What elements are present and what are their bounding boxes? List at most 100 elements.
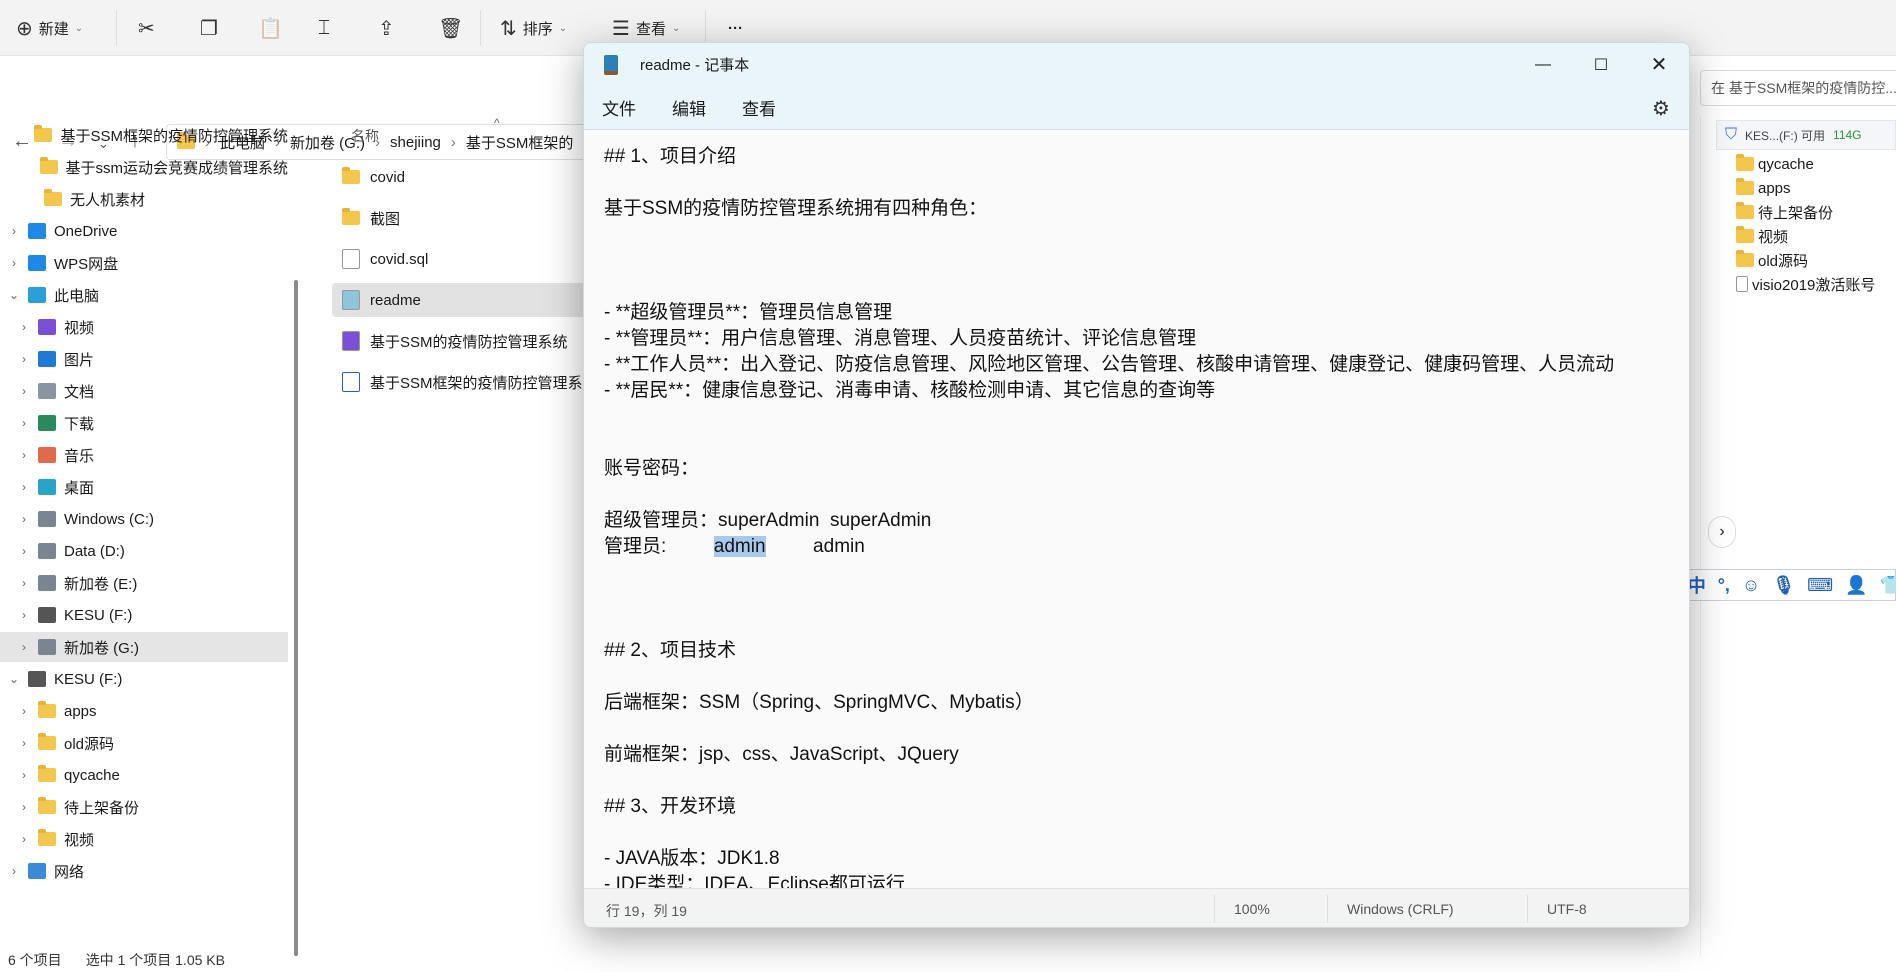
chevron-right-icon[interactable]: › bbox=[18, 384, 30, 398]
file-row[interactable]: 基于SSM框架的疫情防控管理系统 bbox=[332, 365, 592, 399]
settings-gear-icon[interactable]: ⚙ bbox=[1652, 96, 1670, 121]
nav-scrollbar[interactable] bbox=[294, 280, 298, 956]
nav-item[interactable]: 基于ssm运动会竞赛成绩管理系统 bbox=[0, 152, 288, 182]
nav-item[interactable]: › 视频 bbox=[0, 824, 288, 854]
nav-item[interactable]: › Data (D:) bbox=[0, 536, 288, 566]
drive-folder-item[interactable]: apps bbox=[1736, 177, 1791, 199]
text-line: 后端框架：SSM（Spring、SpringMVC、Mybatis） bbox=[604, 692, 1034, 713]
chevron-right-icon[interactable]: › bbox=[8, 864, 20, 878]
share-button[interactable]: ⇪ bbox=[378, 10, 395, 46]
chevron-down-icon[interactable]: ⌄ bbox=[8, 672, 20, 686]
nav-item[interactable]: › 新加卷 (E:) bbox=[0, 568, 288, 598]
column-name-header[interactable]: 名称 bbox=[351, 126, 379, 146]
chevron-right-icon[interactable]: › bbox=[18, 352, 30, 366]
user-icon[interactable]: 👤 bbox=[1845, 575, 1867, 596]
text-line: - **管理员**：用户信息管理、消息管理、人员疫苗统计、评论信息管理 bbox=[604, 328, 1197, 349]
chevron-right-icon[interactable]: › bbox=[18, 608, 30, 622]
nav-item[interactable]: › 图片 bbox=[0, 344, 288, 374]
file-icon bbox=[1736, 276, 1748, 292]
chevron-right-icon[interactable]: › bbox=[18, 704, 30, 718]
nav-item[interactable]: › WPS网盘 bbox=[0, 248, 288, 278]
microphone-icon[interactable]: 🎙 bbox=[1772, 575, 1795, 596]
nav-item[interactable]: › apps bbox=[0, 696, 288, 726]
file-row[interactable]: covid.sql bbox=[332, 242, 592, 276]
view-button[interactable]: ☰ 查看 ⌄ bbox=[612, 10, 680, 46]
text-line bbox=[604, 274, 1689, 300]
file-row[interactable]: 截图 bbox=[332, 201, 592, 235]
nav-item[interactable]: › 待上架备份 bbox=[0, 792, 288, 822]
chevron-right-icon[interactable]: › bbox=[8, 256, 20, 270]
nav-item[interactable]: › 网络 bbox=[0, 856, 288, 886]
nav-item[interactable]: › 桌面 bbox=[0, 472, 288, 502]
chevron-right-icon[interactable]: › bbox=[18, 832, 30, 846]
more-button[interactable]: ··· bbox=[728, 10, 743, 46]
nav-item[interactable]: › 新加卷 (G:) bbox=[0, 632, 288, 662]
paste-button[interactable]: 📋 bbox=[258, 10, 283, 46]
menu-view[interactable]: 查看 bbox=[724, 90, 794, 126]
drive-icon bbox=[38, 543, 56, 559]
chevron-right-icon[interactable]: › bbox=[18, 512, 30, 526]
keyboard-icon[interactable]: ⌨ bbox=[1807, 575, 1833, 596]
chevron-right-icon[interactable]: › bbox=[18, 480, 30, 494]
menu-edit[interactable]: 编辑 bbox=[654, 90, 724, 126]
nav-item[interactable]: › 下载 bbox=[0, 408, 288, 438]
nav-item[interactable]: › OneDrive bbox=[0, 216, 288, 246]
maximize-button[interactable]: ☐ bbox=[1572, 43, 1630, 86]
text-editor[interactable]: ## 1、项目介绍 基于SSM的疫情防控管理系统拥有四种角色： - **超级管理员*… bbox=[584, 130, 1689, 888]
notepad-icon bbox=[342, 290, 360, 310]
drive-folder-item[interactable]: 视频 bbox=[1736, 225, 1788, 247]
drive-folder-item[interactable]: qycache bbox=[1736, 153, 1814, 175]
chevron-right-icon[interactable]: › bbox=[18, 640, 30, 654]
close-button[interactable]: ✕ bbox=[1630, 43, 1688, 86]
nav-item[interactable]: › old源码 bbox=[0, 728, 288, 758]
chevron-right-icon[interactable]: › bbox=[18, 800, 30, 814]
nav-item[interactable]: ⌄ 此电脑 bbox=[0, 280, 288, 310]
nav-item[interactable]: 无人机素材 bbox=[0, 184, 288, 214]
nav-item[interactable]: › 文档 bbox=[0, 376, 288, 406]
nav-item[interactable]: › 音乐 bbox=[0, 440, 288, 470]
title-bar[interactable]: readme - 记事本 — ☐ ✕ bbox=[584, 43, 1689, 86]
ime-punct-toggle[interactable]: °, bbox=[1718, 575, 1730, 596]
sort-button[interactable]: ⇅ 排序 ⌄ bbox=[500, 10, 567, 46]
skin-icon[interactable]: 👕 bbox=[1880, 575, 1896, 596]
new-button[interactable]: ⊕ 新建 ⌄ bbox=[16, 10, 83, 46]
nav-item-label: 桌面 bbox=[64, 479, 95, 497]
nav-item[interactable]: 基于SSM框架的疫情防控管理系统 bbox=[0, 120, 288, 150]
drive-folder-item[interactable]: old源码 bbox=[1736, 249, 1808, 271]
chevron-right-icon[interactable]: › bbox=[18, 416, 30, 430]
delete-button[interactable]: 🗑 bbox=[438, 10, 463, 46]
ime-mode-toggle[interactable]: 中 bbox=[1688, 572, 1706, 598]
file-name: 截图 bbox=[370, 210, 401, 228]
file-row[interactable]: readme bbox=[332, 283, 592, 317]
drive-folder-item[interactable]: 待上架备份 bbox=[1736, 201, 1833, 223]
nav-item[interactable]: › 视频 bbox=[0, 312, 288, 342]
chevron-right-icon[interactable]: › bbox=[18, 768, 30, 782]
folder-icon bbox=[38, 829, 56, 846]
chevron-right-icon[interactable]: › bbox=[18, 448, 30, 462]
window-title: readme - 记事本 bbox=[640, 57, 750, 74]
cut-button[interactable]: ✂ bbox=[138, 10, 155, 46]
chevron-right-icon[interactable]: › bbox=[8, 224, 20, 238]
file-row[interactable]: 基于SSM的疫情防控管理系统 bbox=[332, 324, 592, 358]
expand-chevron-button[interactable]: › bbox=[1708, 516, 1736, 548]
ime-toolbar[interactable]: S 中 °, ☺ 🎙 ⌨ 👤 👕 bbox=[1656, 569, 1896, 601]
chevron-right-icon[interactable]: › bbox=[18, 736, 30, 750]
copy-button[interactable]: ❐ bbox=[200, 10, 218, 46]
file-row[interactable]: covid bbox=[332, 160, 592, 194]
chevron-down-icon[interactable]: ⌄ bbox=[8, 288, 20, 302]
emoji-icon[interactable]: ☺ bbox=[1742, 575, 1760, 596]
nav-item[interactable]: › KESU (F:) bbox=[0, 600, 288, 630]
minimize-button[interactable]: — bbox=[1514, 43, 1572, 86]
drive-folder-item[interactable]: visio2019激活账号 bbox=[1736, 273, 1875, 295]
nav-item[interactable]: › qycache bbox=[0, 760, 288, 790]
chevron-right-icon[interactable]: › bbox=[18, 576, 30, 590]
menu-file[interactable]: 文件 bbox=[584, 90, 654, 126]
rename-icon: ⌶ bbox=[318, 16, 330, 39]
rename-button[interactable]: ⌶ bbox=[318, 10, 330, 46]
status-bar: 6 个项目 选中 1 个项目 1.05 KB bbox=[0, 950, 640, 972]
nav-item[interactable]: ⌄ KESU (F:) bbox=[0, 664, 288, 694]
chevron-right-icon[interactable]: › bbox=[18, 544, 30, 558]
chevron-right-icon[interactable]: › bbox=[18, 320, 30, 334]
nav-item[interactable]: › Windows (C:) bbox=[0, 504, 288, 534]
search-input[interactable]: 在 基于SSM框架的疫情防控... bbox=[1700, 70, 1896, 106]
